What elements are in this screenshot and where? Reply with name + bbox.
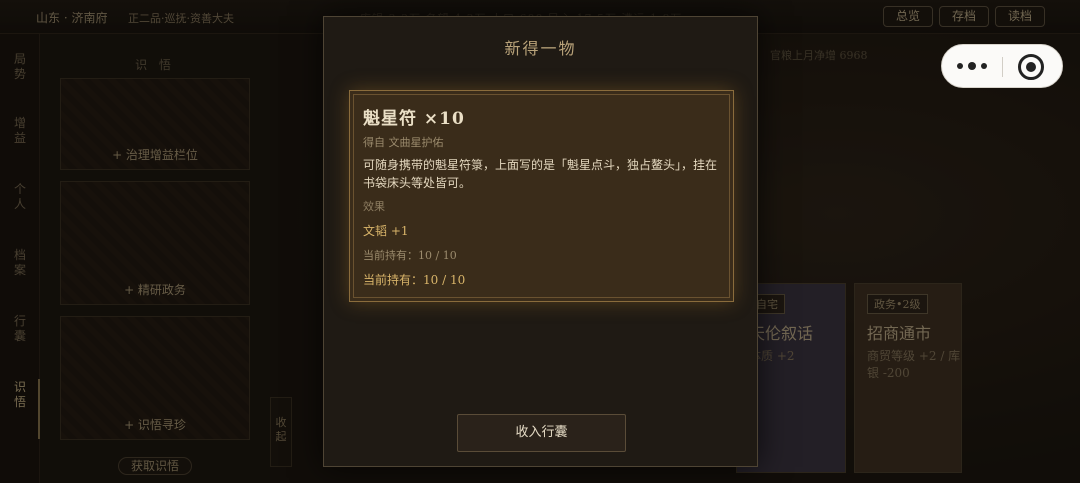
collect-to-bag-button[interactable]: 收入行囊 <box>457 414 626 452</box>
modal-title: 新得一物 <box>504 39 577 58</box>
more-dots-icon[interactable] <box>957 59 987 73</box>
item-source: 得自 文曲星护佑 <box>363 136 444 149</box>
item-name: 魁星符 ×10 <box>363 109 465 129</box>
held-count-old: 当前持有：10 / 10 <box>363 249 457 262</box>
target-icon[interactable] <box>1018 54 1044 80</box>
item-effect: 文韬 +1 <box>363 224 409 238</box>
held-count-new: 当前持有：10 / 10 <box>363 273 466 287</box>
effect-label: 效果 <box>363 200 385 213</box>
new-item-modal: 新得一物 魁星符 ×10 得自 文曲星护佑 可随身携带的魁星符箓，上面写的是「魁… <box>323 16 758 467</box>
capsule-divider <box>1002 57 1003 77</box>
item-card: 魁星符 ×10 得自 文曲星护佑 可随身携带的魁星符箓，上面写的是「魁星点斗，独… <box>349 90 734 302</box>
mini-program-capsule <box>941 44 1063 88</box>
item-description: 可随身携带的魁星符箓，上面写的是「魁星点斗，独占鳌头」，挂在书袋床头等处皆可。 <box>363 158 718 190</box>
